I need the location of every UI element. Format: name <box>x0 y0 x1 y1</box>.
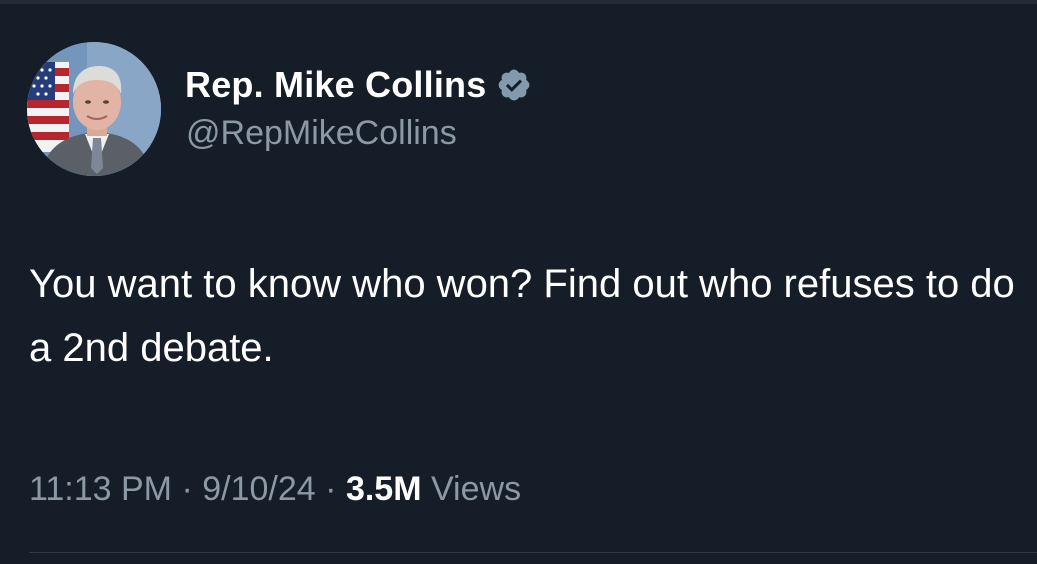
avatar-image <box>27 42 161 176</box>
tweet-card[interactable]: Rep. Mike Collins @RepMikeCollins You wa… <box>0 0 1037 564</box>
verified-badge-icon[interactable] <box>496 67 532 103</box>
author-handle[interactable]: @RepMikeCollins <box>186 114 457 153</box>
author-name-row: Rep. Mike Collins <box>185 60 532 110</box>
avatar[interactable] <box>27 42 161 176</box>
views-label[interactable]: Views <box>431 470 521 508</box>
views-count[interactable]: 3.5M <box>346 470 422 508</box>
tweet-text: You want to know who won? Find out who r… <box>29 262 1015 370</box>
meta-separator: · <box>181 470 193 508</box>
tweet-meta: 11:13 PM · 9/10/24 · 3.5M Views <box>29 470 521 509</box>
tweet-date[interactable]: 9/10/24 <box>202 470 315 508</box>
bottom-divider <box>29 552 1037 553</box>
author-display-name[interactable]: Rep. Mike Collins <box>185 64 486 106</box>
tweet-time[interactable]: 11:13 PM <box>29 470 172 508</box>
meta-separator: · <box>325 470 337 508</box>
